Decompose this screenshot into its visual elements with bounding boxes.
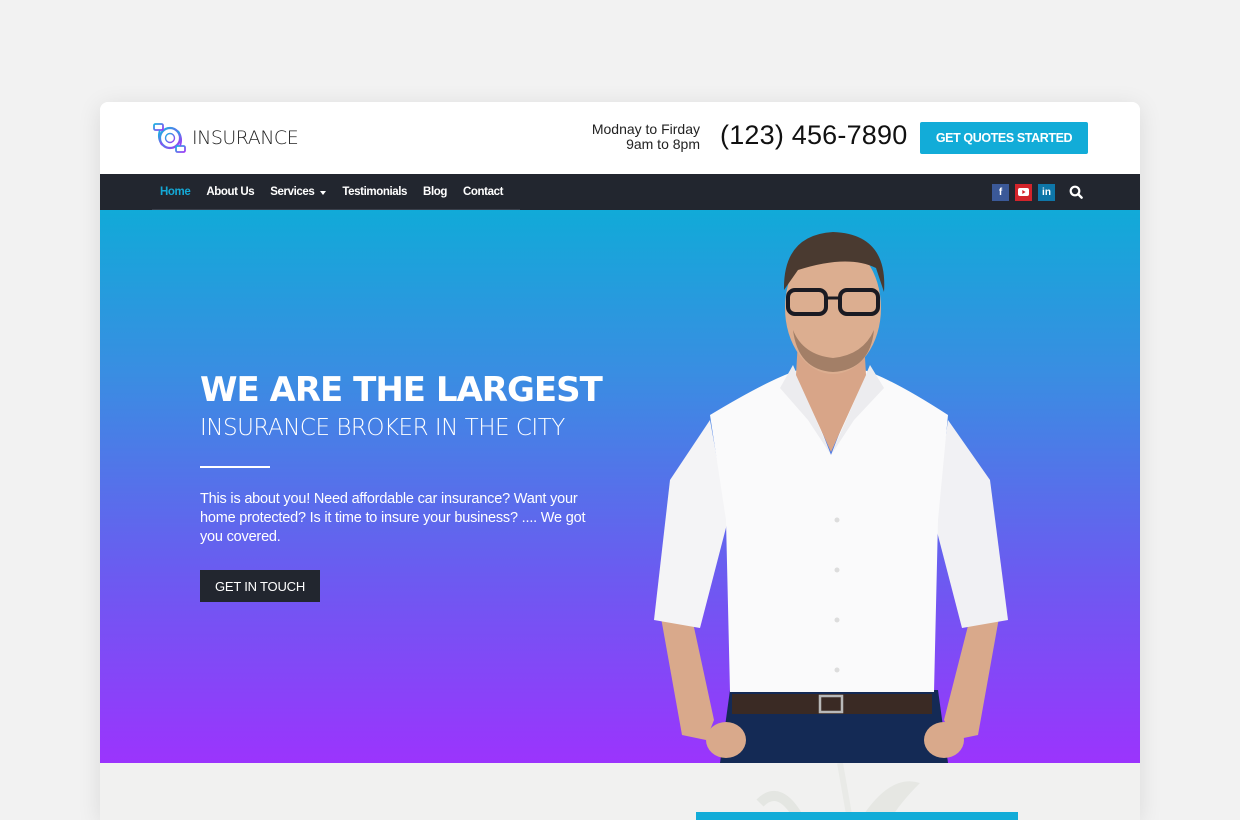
nav-item-contact[interactable]: Contact	[463, 186, 503, 198]
hours-days: Modnay to Firday	[591, 121, 700, 137]
header: INSURANCE Modnay to Firday 9am to 8pm (1…	[100, 102, 1140, 174]
hours-time: 9am to 8pm	[626, 136, 700, 152]
hands-circle-logo-icon	[153, 123, 186, 153]
hero-title: WE ARE THE LARGEST	[200, 370, 603, 410]
hero-divider	[200, 466, 270, 468]
play-icon	[1018, 188, 1029, 196]
nav-label: Blog	[423, 186, 447, 198]
nav-label: Testimonials	[342, 186, 408, 198]
facebook-icon[interactable]: f	[992, 183, 1009, 201]
nav-item-blog[interactable]: Blog	[423, 186, 447, 198]
get-quotes-button[interactable]: GET QUOTES STARTED	[920, 122, 1088, 154]
get-in-touch-button[interactable]: GET IN TOUCH	[200, 570, 320, 602]
section-accent-bar	[696, 812, 1018, 820]
nav-label: Contact	[463, 186, 504, 198]
search-icon[interactable]	[1067, 184, 1084, 201]
browser-frame: INSURANCE Modnay to Firday 9am to 8pm (1…	[100, 102, 1140, 820]
social-links: f in	[992, 174, 1084, 210]
logo[interactable]: INSURANCE	[152, 121, 299, 155]
hero-description: This is about you! Need affordable car i…	[200, 491, 586, 545]
nav-item-about-us[interactable]: About Us	[206, 186, 254, 198]
youtube-icon[interactable]	[1015, 183, 1032, 201]
hero-subtitle: INSURANCE BROKER IN THE CITY	[200, 415, 565, 441]
nav-label: About Us	[206, 186, 255, 198]
logo-text: INSURANCE	[192, 127, 299, 149]
linkedin-icon[interactable]: in	[1038, 183, 1055, 201]
nav-menu: Home About Us Services Testimonials Blog…	[160, 174, 503, 210]
next-section	[100, 763, 1140, 820]
hero-person-image	[654, 232, 1008, 763]
business-hours: Modnay to Firday 9am to 8pm	[592, 122, 700, 152]
chevron-down-icon	[320, 190, 327, 195]
nav-item-testimonials[interactable]: Testimonials	[342, 186, 407, 198]
nav-label: Services	[270, 186, 315, 198]
nav-label: Home	[160, 186, 191, 198]
nav-item-home[interactable]: Home	[160, 186, 191, 198]
nav-item-services[interactable]: Services	[270, 186, 327, 198]
hero-section: WE ARE THE LARGEST INSURANCE BROKER IN T…	[100, 210, 1140, 763]
main-nav: Home About Us Services Testimonials Blog…	[100, 174, 1140, 210]
phone-number[interactable]: (123) 456-7890	[720, 120, 907, 151]
